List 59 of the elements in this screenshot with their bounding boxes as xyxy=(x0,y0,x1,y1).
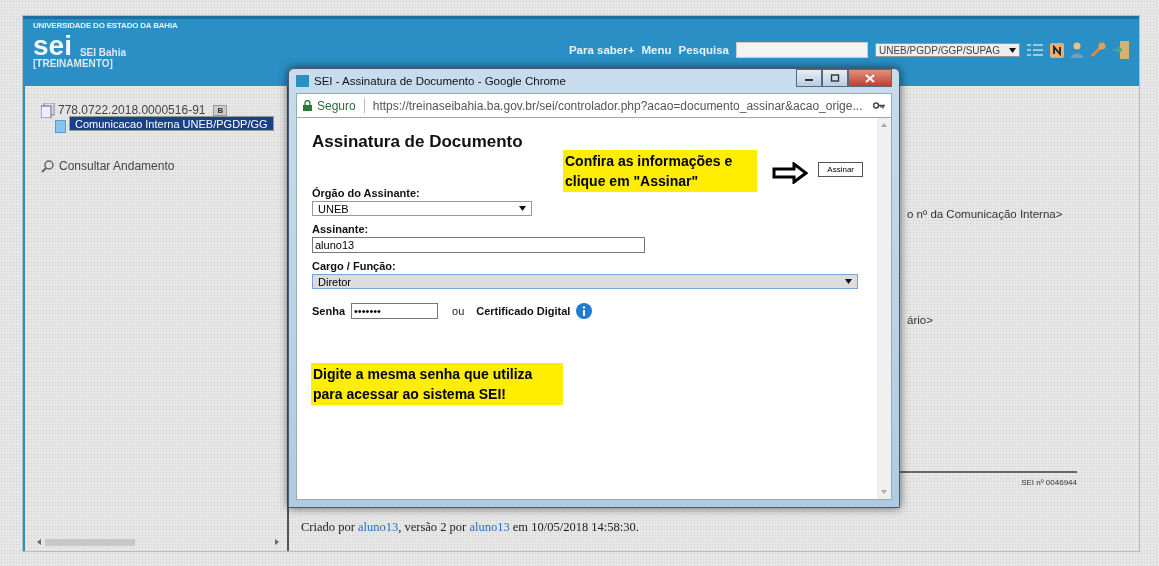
institution-name: UNIVERSIDADE DO ESTADO DA BAHIA xyxy=(33,21,179,30)
lock-icon xyxy=(303,100,312,111)
info-icon[interactable] xyxy=(576,303,593,319)
horizontal-scrollbar[interactable] xyxy=(37,537,279,547)
scroll-down-icon xyxy=(881,490,887,494)
unit-select[interactable]: UNEB/PGDP/GGP/SUPAG xyxy=(875,43,1020,57)
magnifier-icon xyxy=(41,159,54,173)
field-label: Órgão do Assinante: xyxy=(312,187,421,199)
dropdown-caret-icon xyxy=(519,206,526,211)
sign-button[interactable]: Assinar xyxy=(818,162,863,177)
sei-favicon-icon xyxy=(296,75,309,87)
sei-logo: sei xyxy=(33,34,72,58)
minimize-button[interactable] xyxy=(796,69,822,87)
instruction-callout: Confira as informações e clique em "Assinar" xyxy=(563,150,757,192)
signer-field[interactable]: aluno13 xyxy=(312,237,645,253)
scroll-up-icon xyxy=(881,123,887,127)
wrench-icon[interactable] xyxy=(1090,42,1106,58)
maximize-icon xyxy=(830,74,840,82)
environment-label: [TREINAMENTO] xyxy=(33,58,114,69)
system-name: SEI Bahia xyxy=(79,47,127,58)
document-icon xyxy=(55,119,66,133)
secure-label: Seguro xyxy=(317,98,356,113)
close-button[interactable] xyxy=(848,69,892,87)
user-icon[interactable] xyxy=(1071,42,1083,58)
close-icon xyxy=(865,73,875,83)
field-label: Assinante: xyxy=(312,223,370,235)
created-by-text: Criado por aluno13, versão 2 por aluno13 em 10/05/2018 14:58:30. xyxy=(301,520,639,535)
dropdown-caret-icon xyxy=(1009,47,1016,53)
search-field[interactable] xyxy=(736,42,868,58)
list-icon[interactable] xyxy=(1027,43,1043,57)
document-text: o nº da Comunicação Interna> xyxy=(907,208,1063,220)
field-label: Senha xyxy=(312,305,345,317)
process-badge: B xyxy=(213,104,228,116)
role-select[interactable]: Diretor xyxy=(312,274,858,289)
field-label: Cargo / Função: xyxy=(312,260,397,272)
consult-progress-link[interactable]: Consultar Andamento xyxy=(59,159,175,173)
key-icon xyxy=(873,102,885,109)
password-field[interactable]: ••••••• xyxy=(351,303,438,319)
maximize-button[interactable] xyxy=(822,69,848,87)
user-link[interactable]: aluno13 xyxy=(469,520,510,534)
window-title: SEI - Assinatura de Documento - Google Chrome xyxy=(314,75,566,87)
dropdown-caret-icon xyxy=(845,279,852,284)
url-text: https://treinaseibahia.ba.gov.br/sei/controlador.php?acao=documento_assinar&acao_orige... xyxy=(372,98,863,113)
scroll-right-icon xyxy=(275,539,279,545)
folder-stack-icon xyxy=(41,102,55,118)
organ-select[interactable]: UNEB xyxy=(312,201,532,216)
exit-door-icon[interactable] xyxy=(1113,41,1129,59)
digital-certificate-link[interactable]: Certificado Digital xyxy=(476,305,571,317)
vertical-scrollbar[interactable] xyxy=(877,118,891,499)
address-bar[interactable]: Seguro https://treinaseibahia.ba.gov.br/sei/controlador.php?acao=documento_assinar&acao_orige... xyxy=(296,93,892,118)
right-arrow-icon xyxy=(772,162,809,184)
scroll-left-icon xyxy=(37,539,41,545)
process-number-link[interactable]: 778.0722.2018.0000516-91 xyxy=(58,103,206,117)
or-text: ou xyxy=(452,305,465,317)
dialog-heading: Assinatura de Documento xyxy=(312,132,523,152)
document-tree-item[interactable]: Comunicacao Interna UNEB/PGDP/GG xyxy=(69,116,274,131)
document-text: ário> xyxy=(907,314,933,326)
instruction-callout: Digite a mesma senha que utiliza para acessar ao sistema SEI! xyxy=(311,363,563,405)
n-badge-icon[interactable] xyxy=(1050,42,1064,58)
